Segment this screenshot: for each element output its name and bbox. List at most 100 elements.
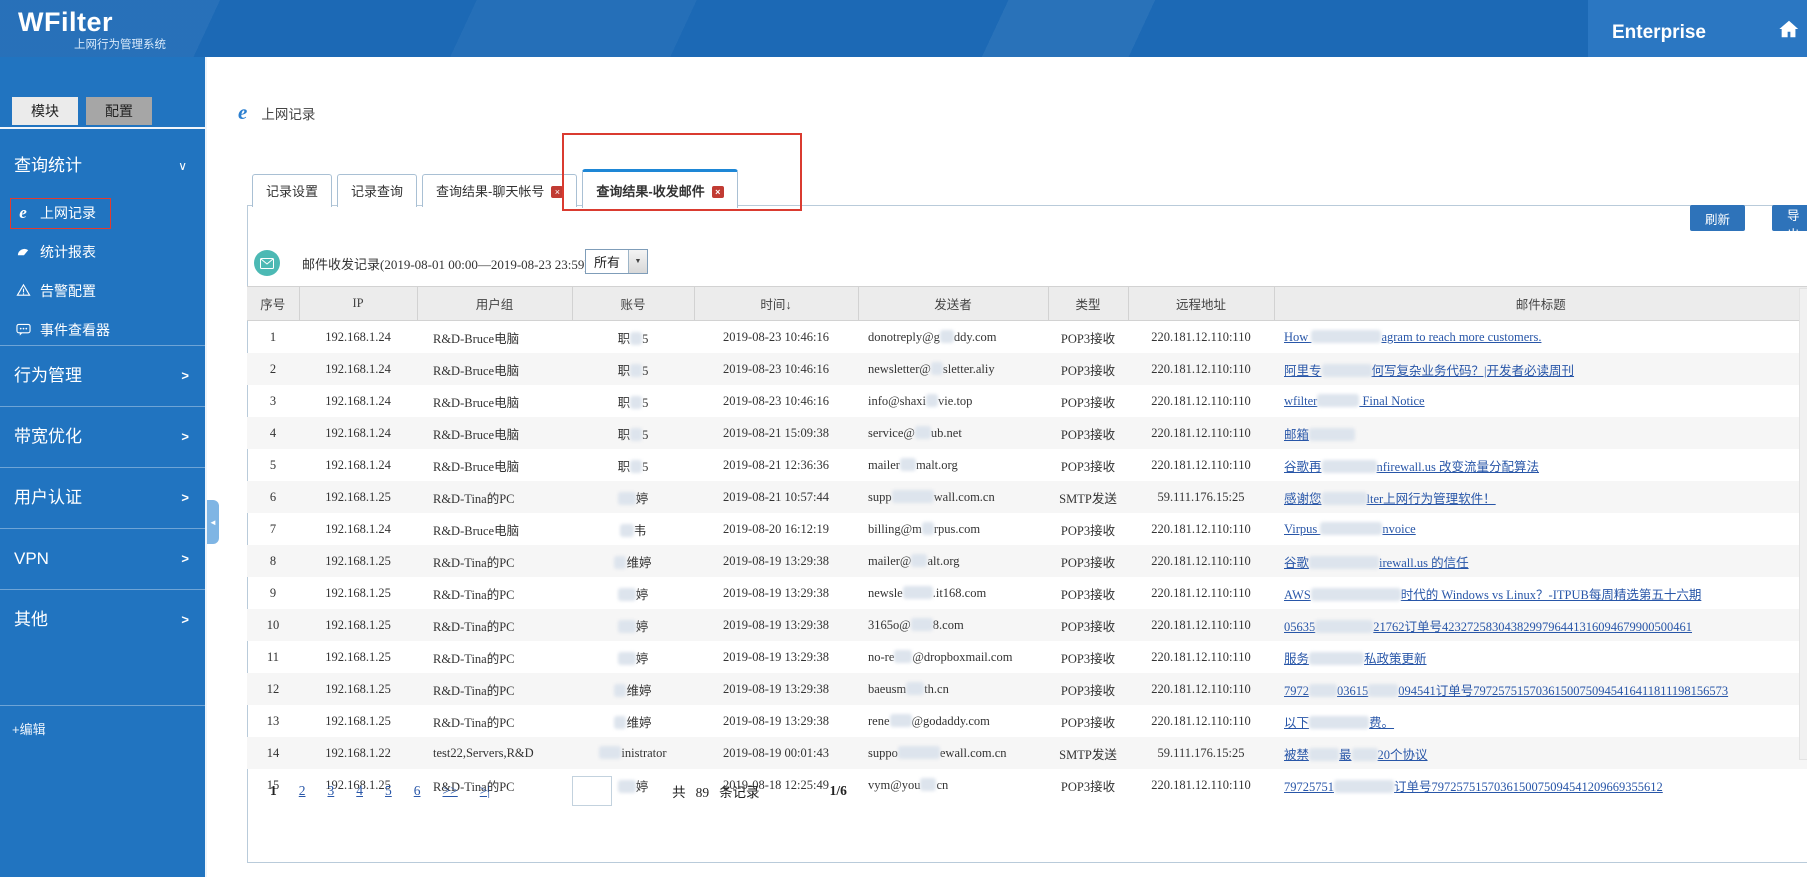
cell-group: R&D-Tina的PC xyxy=(433,491,515,506)
type-filter-select[interactable]: 所有 ▼ xyxy=(585,249,649,274)
page-jump-input[interactable] xyxy=(572,776,613,806)
cell-type: POP3接收 xyxy=(1060,555,1116,570)
column-header-账号[interactable]: 账号 xyxy=(572,286,695,321)
page-link-2[interactable]: 2 xyxy=(299,783,306,798)
sidebar-tab-模块[interactable]: 模块 xyxy=(12,97,78,125)
sidebar-item-告警配置[interactable]: 告警配置 xyxy=(0,271,205,310)
column-header-远程地址[interactable]: 远程地址 xyxy=(1128,286,1275,321)
mail-icon xyxy=(254,250,280,276)
redacted-text xyxy=(1309,747,1340,761)
column-header-类型[interactable]: 类型 xyxy=(1048,286,1129,321)
cell-account: 职5 xyxy=(617,331,649,346)
redacted-text xyxy=(914,425,931,439)
page-link-5[interactable]: 5 xyxy=(385,783,392,798)
home-icon[interactable] xyxy=(1778,18,1800,40)
mail-subject-link[interactable]: wfilter Final Notice xyxy=(1284,393,1425,408)
app-logo: WFilter xyxy=(18,7,113,37)
redacted-text xyxy=(910,617,933,631)
tab-记录查询[interactable]: 记录查询 xyxy=(337,174,418,207)
mail-subject-link[interactable]: How agram to reach more customers. xyxy=(1284,329,1541,344)
sidebar-edit-button[interactable]: +编辑 xyxy=(0,705,205,754)
sidebar-section-label: 带宽优化 xyxy=(14,427,82,446)
redacted-text xyxy=(617,619,636,633)
mail-subject-link[interactable]: 谷歌再 nfirewall.us 改变流量分配算法 xyxy=(1284,459,1539,474)
sidebar-section-VPN[interactable]: VPN > xyxy=(0,528,205,589)
cell-account: 职5 xyxy=(617,363,649,378)
tab-label: 记录查询 xyxy=(351,184,404,199)
cell-ip: 192.168.1.24 xyxy=(325,521,391,536)
sidebar-group-query-stats[interactable]: 查询统计 ∨ xyxy=(0,141,205,191)
sidebar-item-上网记录[interactable]: e 上网记录 xyxy=(0,193,205,232)
page-link-3[interactable]: 3 xyxy=(328,783,335,798)
sidebar-section-其他[interactable]: 其他 > xyxy=(0,589,205,650)
sidebar-item-统计报表[interactable]: 统计报表 xyxy=(0,232,205,271)
tab-记录设置[interactable]: 记录设置 xyxy=(252,174,333,207)
current-page: 1 xyxy=(270,783,277,798)
last-page-link[interactable]: >| xyxy=(480,783,490,798)
mail-subject-link[interactable]: 7972 03615 094541订单号7972575157036150075094… xyxy=(1284,683,1728,698)
cell-remote: 220.181.12.110:110 xyxy=(1151,777,1251,792)
close-icon[interactable]: × xyxy=(551,186,564,198)
mail-subject-link[interactable]: 服务 私政策更新 xyxy=(1284,651,1427,666)
column-header-IP[interactable]: IP xyxy=(299,286,418,321)
cell-ip: 192.168.1.24 xyxy=(325,425,391,440)
mail-subject-link[interactable]: 79725751 订单号79725751570361500750945412096… xyxy=(1284,779,1663,794)
cell-remote: 59.111.176.15:25 xyxy=(1157,489,1245,504)
mail-subject-link[interactable]: 邮箱 xyxy=(1284,427,1356,442)
table-header-row: 序号 IP 用户组 账号 时间↓ 发送者 类型 远程地址 邮件标题 xyxy=(247,286,1807,321)
cell-sender: mailer malt.org xyxy=(868,457,958,472)
redacted-text xyxy=(614,555,627,569)
page-link-4[interactable]: 4 xyxy=(356,783,363,798)
column-header-邮件标题[interactable]: 邮件标题 xyxy=(1274,286,1807,321)
sidebar-section-带宽优化[interactable]: 带宽优化 > xyxy=(0,406,205,467)
sidebar-collapse-handle[interactable]: ◄ xyxy=(207,500,219,544)
sidebar-section-label: VPN xyxy=(14,549,49,568)
cell-remote: 220.181.12.110:110 xyxy=(1151,713,1251,728)
cell-no: 13 xyxy=(266,713,280,728)
redacted-text xyxy=(1309,715,1370,729)
mail-subject-link[interactable]: 谷歌 irewall.us 的信任 xyxy=(1284,555,1469,570)
table-row: 6 192.168.1.25 R&D-Tina的PC 婷 2019-08-21 10:5… xyxy=(247,481,1807,513)
column-header-发送者[interactable]: 发送者 xyxy=(858,286,1049,321)
redacted-text xyxy=(911,553,928,567)
mail-subject-link[interactable]: 05635 21762订单号423272583043829979644131609… xyxy=(1284,619,1692,634)
mail-subject-link[interactable]: AWS 时代的 Windows vs Linux？-ITPUB每周精选第五十六期 xyxy=(1284,587,1701,602)
table-scrollbar[interactable] xyxy=(1799,288,1807,760)
column-header-时间[interactable]: 时间↓ xyxy=(694,286,859,321)
cell-account: 维婷 xyxy=(572,673,694,705)
cell-ip: 192.168.1.25 xyxy=(325,617,391,632)
column-header-用户组[interactable]: 用户组 xyxy=(417,286,573,321)
mail-subject-link[interactable]: 被禁最 20个协议 xyxy=(1284,747,1428,762)
redacted-text xyxy=(614,683,627,697)
cell-type: POP3接收 xyxy=(1060,715,1116,730)
redacted-text xyxy=(1310,587,1401,601)
tab-查询结果-收发邮件[interactable]: 查询结果-收发邮件 × xyxy=(582,169,738,208)
sidebar-subitems: e 上网记录 统计报表 告警配置 事件查看器 xyxy=(0,193,205,349)
close-icon[interactable]: × xyxy=(711,186,724,198)
mail-subject-link[interactable]: 以下 费。 xyxy=(1284,715,1394,730)
mail-subject-link[interactable]: 阿里专 何写复杂业务代码？|开发者必读周刊 xyxy=(1284,363,1574,378)
refresh-button[interactable]: 刷新 xyxy=(1690,205,1746,231)
column-header-序号[interactable]: 序号 xyxy=(247,286,300,321)
cell-type: POP3接收 xyxy=(1060,331,1116,346)
cell-ip: 192.168.1.24 xyxy=(325,457,391,472)
redacted-text xyxy=(1321,363,1372,377)
cell-group: R&D-Tina的PC xyxy=(433,715,515,730)
cell-sender: suppo ewall.com.cn xyxy=(868,745,1007,760)
ie-icon: e xyxy=(19,202,27,222)
mail-subject-link[interactable]: 感谢您 lter上网行为管理软件！ xyxy=(1284,491,1496,506)
redacted-text xyxy=(891,489,934,503)
page-indicator: 1/6 xyxy=(829,783,847,798)
sidebar-item-事件查看器[interactable]: 事件查看器 xyxy=(0,310,205,349)
mail-subject-link[interactable]: Virpus nvoice xyxy=(1284,521,1416,536)
next-pages-link[interactable]: >> xyxy=(443,783,458,798)
export-button[interactable]: 导出 xyxy=(1772,205,1807,242)
sidebar-section-行为管理[interactable]: 行为管理 > xyxy=(0,345,205,406)
table-row: 7 192.168.1.24 R&D-Bruce电脑 韦 2019-08-20 16:1… xyxy=(247,513,1807,545)
cell-remote: 220.181.12.110:110 xyxy=(1151,617,1251,632)
tab-查询结果-聊天帐号[interactable]: 查询结果-聊天帐号 × xyxy=(422,174,578,207)
page-link-6[interactable]: 6 xyxy=(414,783,421,798)
table-row: 10 192.168.1.25 R&D-Tina的PC 婷 2019-08-19 13:… xyxy=(247,609,1807,641)
sidebar-section-用户认证[interactable]: 用户认证 > xyxy=(0,467,205,528)
sidebar-tab-配置[interactable]: 配置 xyxy=(86,97,152,125)
